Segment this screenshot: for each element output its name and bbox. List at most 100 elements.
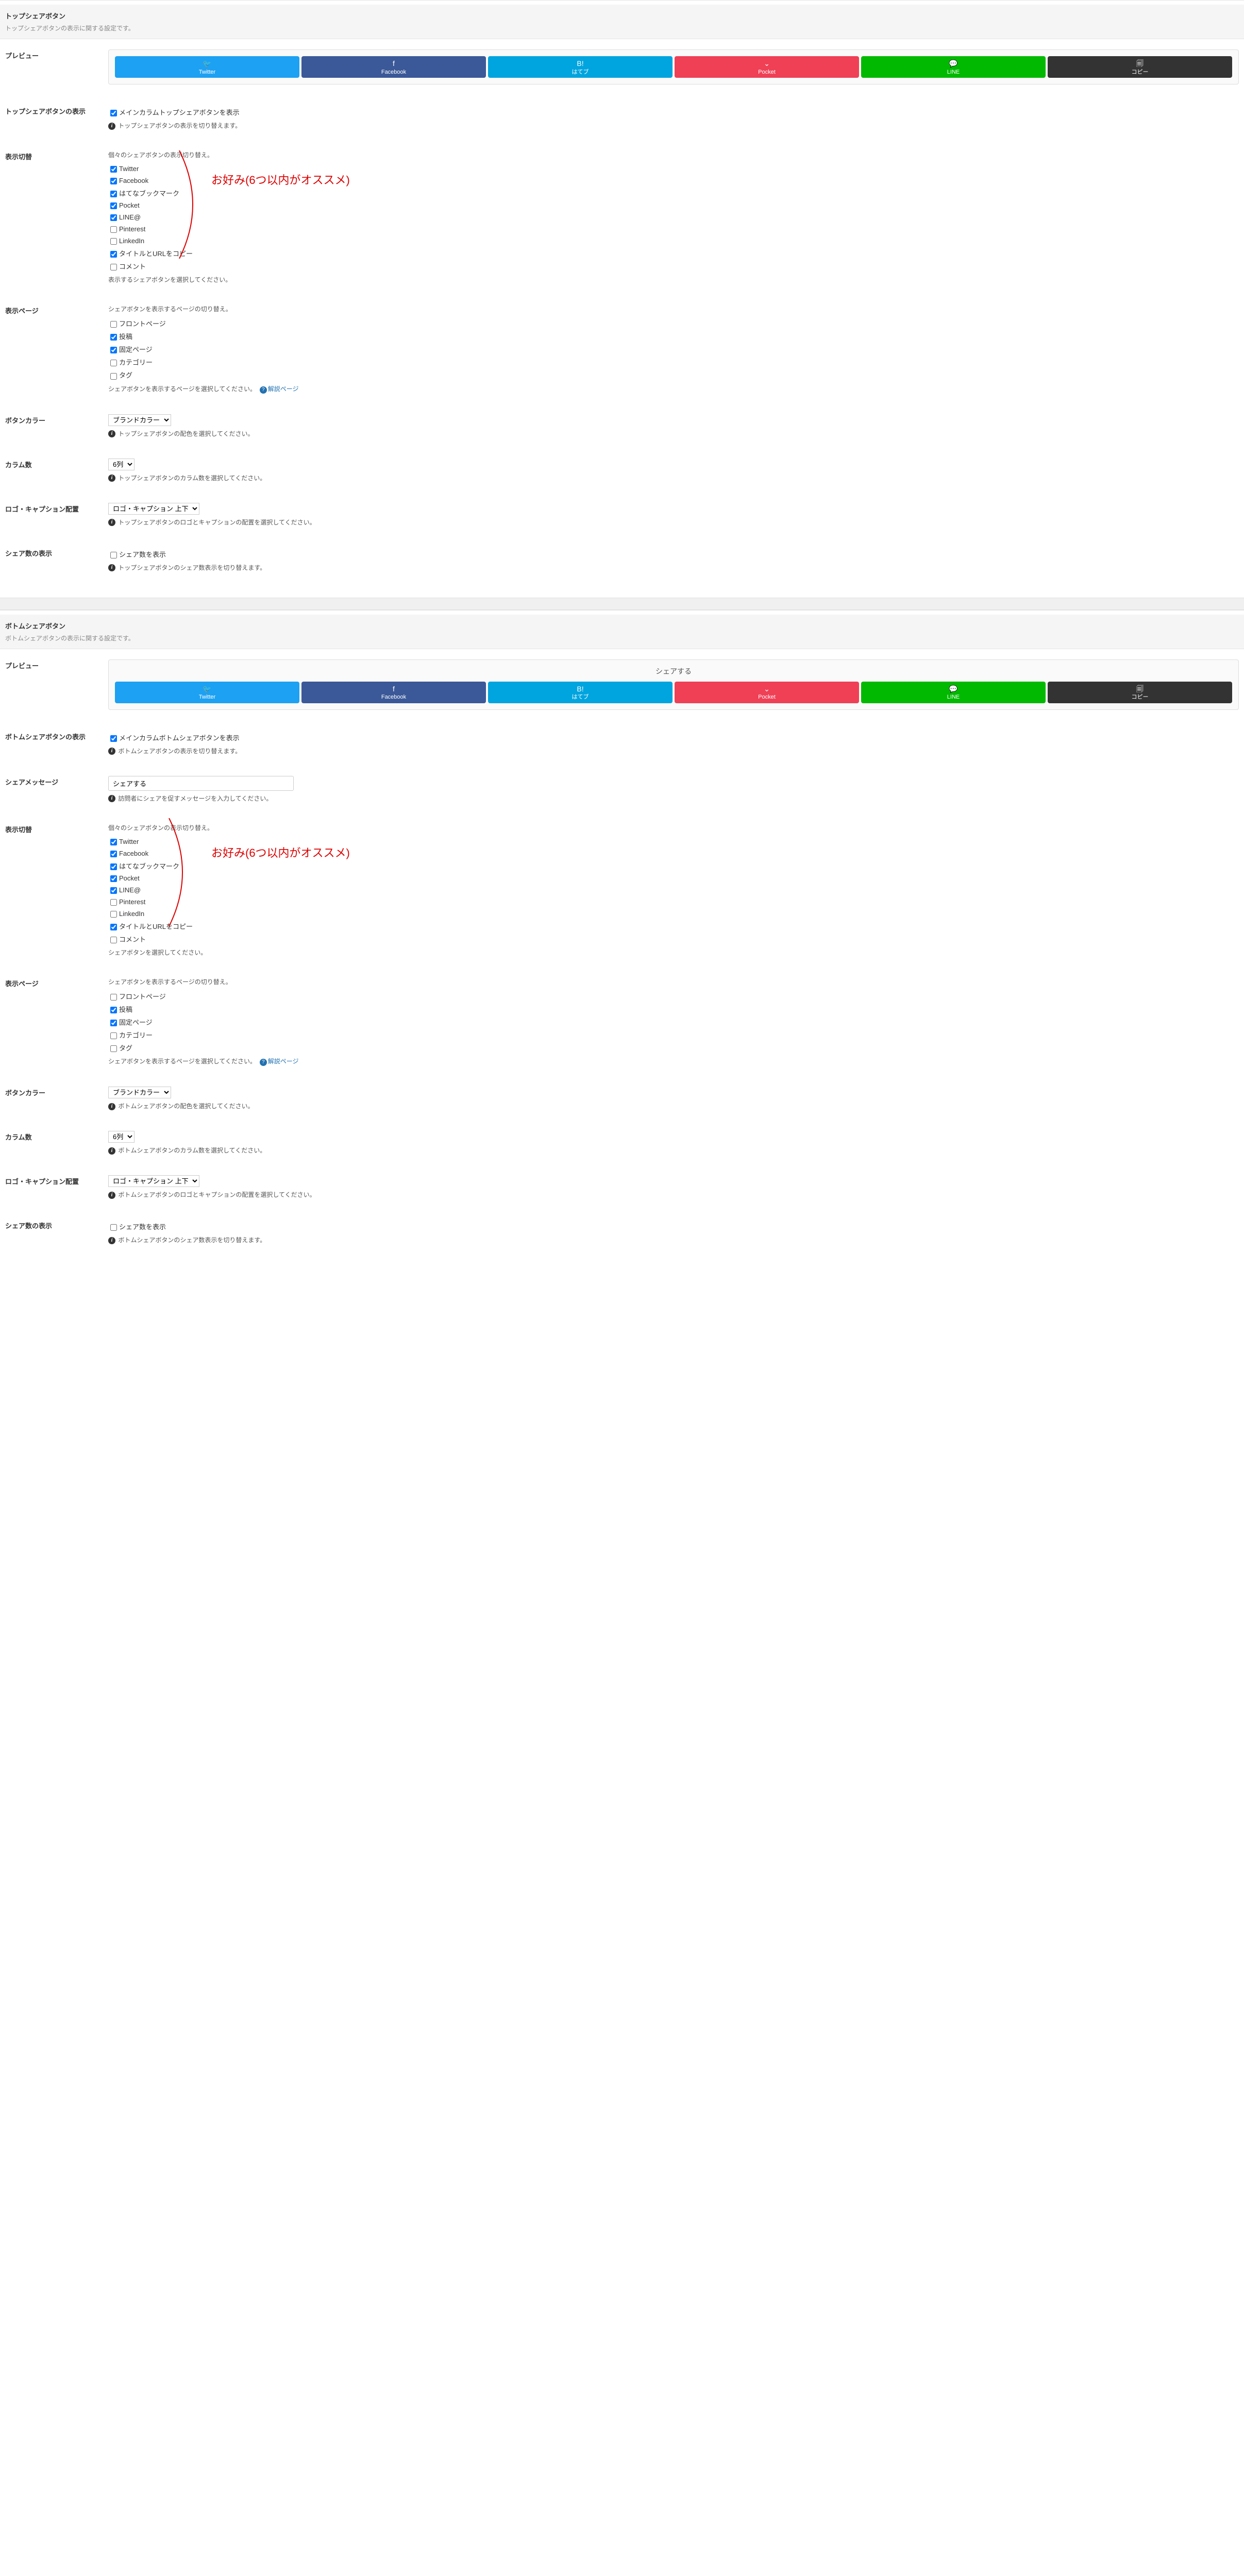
label-top-toggle: 表示切替 [5,150,108,284]
top-share-desc: トップシェアボタンの表示に関する設定です。 [5,24,1239,32]
desc-top-toggle: 個々のシェアボタンの表示切り替え。 [108,150,1239,159]
info-icon: i [108,564,115,571]
label-top-color: ボタンカラー [5,414,108,438]
cb-top-tag[interactable]: タグ [108,370,1239,381]
info-icon: i [108,1237,115,1244]
cb-top-category[interactable]: カテゴリー [108,357,1239,368]
cb-bottom-page[interactable]: 固定ページ [108,1017,1239,1028]
cb-bottom-tag[interactable]: タグ [108,1043,1239,1054]
share-copy-button[interactable]: 🗐コピー [1048,56,1232,78]
cb-top-pocket[interactable]: Pocket [108,201,1239,211]
share-hatena-button[interactable]: B!はてブ [488,56,673,78]
select-top-columns[interactable]: 6列 [108,459,135,470]
cb-bottom-display[interactable]: メインカラムボトムシェアボタンを表示 [108,733,1239,743]
label-share-message: シェアメッセージ [5,776,108,803]
share-line-button[interactable]: 💬LINE [861,682,1046,703]
input-share-message[interactable] [108,776,294,791]
cb-top-display[interactable]: メインカラムトップシェアボタンを表示 [108,107,1239,118]
cb-top-pinterest[interactable]: Pinterest [108,225,1239,234]
cb-bottom-line[interactable]: LINE@ [108,886,1239,895]
share-pocket-button[interactable]: ⌄Pocket [675,56,859,78]
top-preview-box: 🐦Twitter fFacebook B!はてブ ⌄Pocket 💬LINE 🗐… [108,49,1239,84]
copy-icon: 🗐 [1048,59,1232,68]
copy-icon: 🗐 [1048,685,1232,693]
bottom-share-desc: ボトムシェアボタンの表示に関する設定です。 [5,634,1239,642]
share-copy-button[interactable]: 🗐コピー [1048,682,1232,703]
cb-bottom-hatena[interactable]: はてなブックマーク [108,861,1239,872]
top-share-header: トップシェアボタン トップシェアボタンの表示に関する設定です。 [0,5,1244,39]
line-icon: 💬 [861,685,1046,693]
info-icon: i [108,474,115,482]
cb-top-count[interactable]: シェア数を表示 [108,549,1239,560]
hatena-icon: B! [488,59,673,68]
cb-top-comment[interactable]: コメント [108,261,1239,272]
hint-bottom-display: ボトムシェアボタンの表示を切り替えます。 [118,748,241,755]
share-pocket-button[interactable]: ⌄Pocket [675,682,859,703]
pocket-icon: ⌄ [675,685,859,693]
cb-bottom-pocket[interactable]: Pocket [108,874,1239,884]
pocket-icon: ⌄ [675,59,859,68]
facebook-icon: f [301,685,486,693]
hint-top-columns: トップシェアボタンのカラム数を選択してください。 [118,474,266,482]
twitter-icon: 🐦 [115,685,299,693]
cb-bottom-pinterest[interactable]: Pinterest [108,897,1239,907]
help-link-bottom-pages[interactable]: ?解説ページ [260,1058,299,1065]
cb-bottom-front[interactable]: フロントページ [108,991,1239,1002]
cb-bottom-comment[interactable]: コメント [108,934,1239,945]
hint-top-display: i トップシェアボタンの表示を切り替えます。 [108,121,1239,130]
label-top-logo: ロゴ・キャプション配置 [5,503,108,527]
cb-top-linkedin[interactable]: LinkedIn [108,236,1239,246]
share-twitter-button[interactable]: 🐦Twitter [115,56,299,78]
select-bottom-color[interactable]: ブランドカラー [108,1087,171,1098]
cb-bottom-copy[interactable]: タイトルとURLをコピー [108,921,1239,932]
info-icon: i [108,1103,115,1110]
cb-bottom-linkedin[interactable]: LinkedIn [108,909,1239,919]
cb-bottom-facebook[interactable]: Facebook [108,849,1239,859]
hint-top-pages: シェアボタンを表示するページを選択してください。 [108,385,256,393]
help-link-top-pages[interactable]: ?解説ページ [260,385,299,393]
share-twitter-button[interactable]: 🐦Twitter [115,682,299,703]
label-top-display: トップシェアボタンの表示 [5,105,108,130]
share-facebook-button[interactable]: fFacebook [301,682,486,703]
select-top-color[interactable]: ブランドカラー [108,414,171,426]
bottom-share-section: ボトムシェアボタン ボトムシェアボタンの表示に関する設定です。 プレビュー シェ… [0,610,1244,1270]
share-line-button[interactable]: 💬LINE [861,56,1046,78]
bottom-preview-box: シェアする 🐦Twitter fFacebook B!はてブ ⌄Pocket 💬… [108,659,1239,710]
cb-top-line[interactable]: LINE@ [108,213,1239,223]
select-bottom-columns[interactable]: 6列 [108,1131,135,1143]
top-share-section: トップシェアボタン トップシェアボタンの表示に関する設定です。 プレビュー 🐦T… [0,0,1244,598]
cb-top-twitter[interactable]: Twitter [108,164,1239,174]
cb-top-post[interactable]: 投稿 [108,331,1239,342]
cb-top-page[interactable]: 固定ページ [108,344,1239,355]
desc-bottom-pages: シェアボタンを表示するページの切り替え。 [108,977,1239,986]
info-icon: i [108,519,115,526]
cb-top-front[interactable]: フロントページ [108,318,1239,329]
info-icon: i [108,748,115,755]
line-icon: 💬 [861,59,1046,68]
label-bottom-display: ボトムシェアボタンの表示 [5,731,108,755]
info-icon: i [108,795,115,802]
label-top-columns: カラム数 [5,459,108,482]
select-bottom-logo[interactable]: ロゴ・キャプション 上下 [108,1175,199,1187]
select-top-logo[interactable]: ロゴ・キャプション 上下 [108,503,199,515]
share-hatena-button[interactable]: B!はてブ [488,682,673,703]
cb-bottom-category[interactable]: カテゴリー [108,1030,1239,1041]
cb-bottom-post[interactable]: 投稿 [108,1004,1239,1015]
cb-top-copy[interactable]: タイトルとURLをコピー [108,248,1239,259]
bottom-share-title: ボトムシェアボタン [5,621,1239,631]
hint-share-message: 訪問者にシェアを促すメッセージを入力してください。 [118,795,272,802]
facebook-icon: f [301,59,486,68]
cb-top-hatena[interactable]: はてなブックマーク [108,188,1239,199]
info-icon: i [108,1147,115,1155]
cb-bottom-twitter[interactable]: Twitter [108,837,1239,847]
label-bottom-columns: カラム数 [5,1131,108,1155]
hint-top-toggle: 表示するシェアボタンを選択してください。 [108,275,1239,284]
label-bottom-count: シェア数の表示 [5,1219,108,1244]
desc-bottom-toggle: 個々のシェアボタンの表示切り替え。 [108,823,1239,832]
share-facebook-button[interactable]: fFacebook [301,56,486,78]
cb-bottom-count[interactable]: シェア数を表示 [108,1222,1239,1232]
hint-top-logo: トップシェアボタンのロゴとキャプションの配置を選択してください。 [118,519,315,526]
cb-top-facebook[interactable]: Facebook [108,176,1239,186]
share-heading: シェアする [115,666,1232,676]
hint-bottom-columns: ボトムシェアボタンのカラム数を選択してください。 [118,1147,266,1154]
